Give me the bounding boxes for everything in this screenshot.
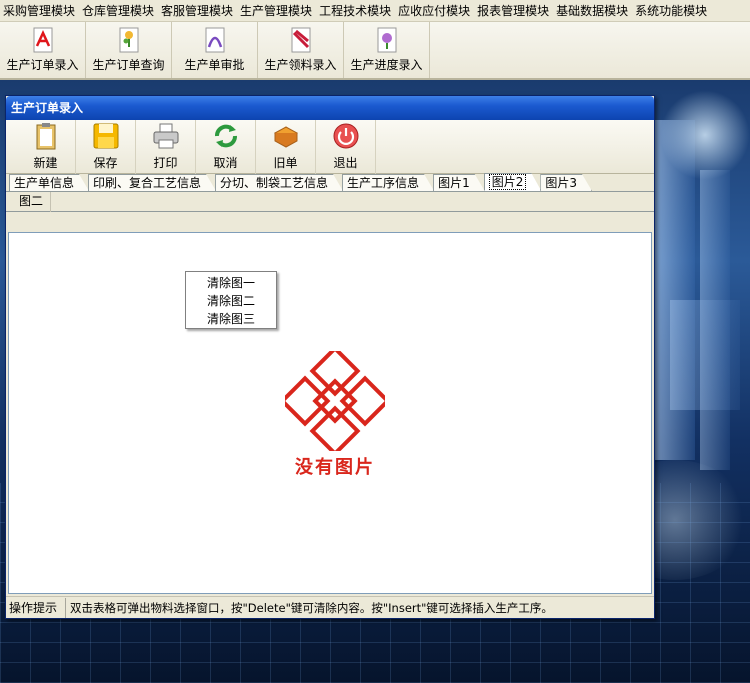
production-order-entry-label: 生产订单录入	[6, 58, 79, 72]
production-order-query-button[interactable]: 生产订单查询	[86, 22, 172, 78]
menu-system[interactable]: 系统功能模块	[632, 0, 711, 22]
tab-cutting-process-label: 分切、制袋工艺信息	[220, 176, 329, 190]
exit-label: 退出	[333, 156, 358, 170]
production-approval-label: 生产单审批	[184, 58, 245, 72]
cancel-label: 取消	[213, 156, 238, 170]
production-material-entry-label: 生产领料录入	[264, 58, 337, 72]
menu-warehouse[interactable]: 仓库管理模块	[79, 0, 158, 22]
red-document-icon	[288, 27, 314, 53]
menu-production[interactable]: 生产管理模块	[237, 0, 316, 22]
menu-customer-service[interactable]: 客服管理模块	[158, 0, 237, 22]
clipboard-icon	[31, 121, 61, 151]
tab-image-2-label: 图片2	[489, 174, 527, 190]
module-toolbar: 生产订单录入 生产订单查询 生产单审批 生产领料录入 生产进度录入	[0, 22, 750, 80]
production-material-entry-button[interactable]: 生产领料录入	[258, 22, 344, 78]
save-label: 保存	[93, 156, 118, 170]
new-button[interactable]: 新建	[16, 120, 76, 174]
floppy-disk-icon	[91, 121, 121, 151]
context-menu: 清除图一 清除图二 清除图三	[185, 271, 277, 329]
printer-icon	[151, 121, 181, 151]
production-progress-entry-button[interactable]: 生产进度录入	[344, 22, 430, 78]
image-canvas[interactable]: 清除图一 清除图二 清除图三 没有图片	[8, 232, 652, 594]
refresh-arrows-icon	[211, 121, 241, 151]
tab-image-3-label: 图片3	[545, 176, 577, 190]
cancel-button[interactable]: 取消	[196, 120, 256, 174]
power-button-icon	[331, 121, 361, 151]
tab-production-steps-label: 生产工序信息	[347, 176, 420, 190]
flower-document-icon	[116, 27, 142, 53]
tab-strip: 生产单信息 印刷、复合工艺信息 分切、制袋工艺信息 生产工序信息 图片1 图片2…	[6, 174, 654, 192]
production-progress-entry-label: 生产进度录入	[350, 58, 423, 72]
save-button[interactable]: 保存	[76, 120, 136, 174]
production-order-entry-button[interactable]: 生产订单录入	[0, 22, 86, 78]
purple-flower-document-icon	[374, 27, 400, 53]
window-title: 生产订单录入	[6, 96, 654, 120]
tab-image-3[interactable]: 图片3	[540, 174, 592, 191]
tab-image-2[interactable]: 图片2	[484, 173, 542, 191]
tab-image-1[interactable]: 图片1	[433, 174, 485, 191]
menu-basic-data[interactable]: 基础数据模块	[553, 0, 632, 22]
menu-reports[interactable]: 报表管理模块	[474, 0, 553, 22]
tab-production-steps[interactable]: 生产工序信息	[342, 174, 434, 191]
tab-order-info[interactable]: 生产单信息	[9, 174, 89, 191]
print-label: 打印	[153, 156, 178, 170]
production-order-query-label: 生产订单查询	[92, 58, 165, 72]
clear-image-3-item[interactable]: 清除图三	[186, 310, 276, 328]
new-label: 新建	[33, 156, 58, 170]
tab-image-1-label: 图片1	[438, 176, 470, 190]
old-order-button[interactable]: 旧单	[256, 120, 316, 174]
exit-button[interactable]: 退出	[316, 120, 376, 174]
print-button[interactable]: 打印	[136, 120, 196, 174]
tab-printing-process-label: 印刷、复合工艺信息	[93, 176, 202, 190]
books-icon	[271, 121, 301, 151]
menu-engineering[interactable]: 工程技术模块	[316, 0, 395, 22]
window-toolbar: 新建 保存 打印 取消 旧单 退出	[6, 120, 654, 174]
no-image-placeholder: 没有图片	[279, 345, 391, 481]
menu-accounts[interactable]: 应收应付模块	[395, 0, 474, 22]
status-label: 操作提示	[6, 597, 66, 618]
clear-image-1-item[interactable]: 清除图一	[186, 274, 276, 292]
purple-document-icon	[202, 27, 228, 53]
status-bar: 操作提示 双击表格可弹出物料选择窗口，按"Delete"键可清除内容。按"Ins…	[6, 596, 654, 618]
image-subtab-bar: 图二	[6, 192, 654, 212]
clear-image-2-item[interactable]: 清除图二	[186, 292, 276, 310]
status-message: 双击表格可弹出物料选择窗口，按"Delete"键可清除内容。按"Insert"键…	[70, 600, 553, 615]
menu-procurement[interactable]: 采购管理模块	[0, 0, 79, 22]
tab-cutting-process[interactable]: 分切、制袋工艺信息	[215, 174, 343, 191]
subtab-image-two[interactable]: 图二	[12, 192, 52, 212]
no-image-text: 没有图片	[295, 457, 375, 478]
tab-printing-process[interactable]: 印刷、复合工艺信息	[88, 174, 216, 191]
main-menubar: 采购管理模块 仓库管理模块 客服管理模块 生产管理模块 工程技术模块 应收应付模…	[0, 0, 750, 22]
production-approval-button[interactable]: 生产单审批	[172, 22, 258, 78]
pdf-document-icon	[30, 27, 56, 53]
knot-logo-icon	[279, 345, 391, 457]
tab-order-info-label: 生产单信息	[14, 176, 75, 190]
production-order-window: 生产订单录入 新建 保存 打印 取消 旧单 退出 生产单信息 印刷、复合工艺信息…	[5, 95, 655, 619]
old-order-label: 旧单	[273, 156, 298, 170]
